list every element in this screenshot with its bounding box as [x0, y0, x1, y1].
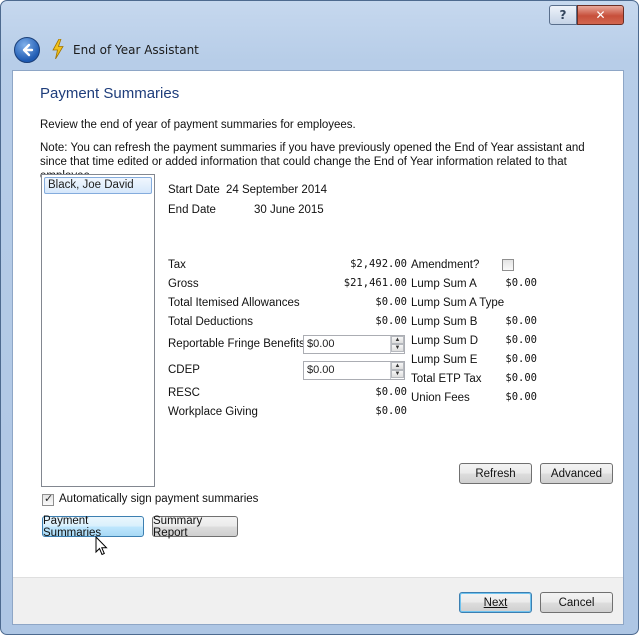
lump-sum-e-label: Lump Sum E [411, 354, 478, 366]
lump-sum-b-value: $0.00 [505, 315, 537, 327]
lump-sum-d-label: Lump Sum D [411, 335, 479, 347]
spin-up-icon[interactable]: ▲ [391, 362, 404, 370]
employee-list-item[interactable]: Black, Joe David [44, 177, 152, 194]
lump-sum-a-label: Lump Sum A [411, 278, 477, 290]
resc-label: RESC [168, 387, 200, 399]
spin-up-icon[interactable]: ▲ [391, 336, 404, 344]
cdep-input[interactable]: $0.00 ▲ ▼ [303, 361, 405, 380]
fringe-benefits-label: Reportable Fringe Benefits [168, 338, 305, 350]
employee-list[interactable]: Black, Joe David [41, 174, 155, 487]
intro-text: Review the end of year of payment summar… [40, 119, 356, 131]
cdep-value: $0.00 [307, 364, 335, 376]
cdep-label: CDEP [168, 364, 200, 376]
union-fees-label: Union Fees [411, 392, 470, 404]
deductions-label: Total Deductions [168, 316, 254, 328]
cancel-button[interactable]: Cancel [540, 592, 613, 613]
window-title: End of Year Assistant [73, 43, 199, 57]
fringe-benefits-value: $0.00 [307, 338, 335, 350]
start-date-value: 24 September 2014 [226, 184, 328, 196]
resc-value: $0.00 [375, 386, 407, 398]
amendment-checkbox[interactable] [502, 259, 514, 271]
auto-sign-label: Automatically sign payment summaries [59, 493, 259, 505]
amendment-label: Amendment? [411, 259, 480, 271]
start-date-label: Start Date [168, 184, 220, 196]
spin-down-icon[interactable]: ▼ [391, 344, 404, 352]
content-panel: Payment Summaries Review the end of year… [12, 70, 624, 625]
advanced-button[interactable]: Advanced [540, 463, 613, 484]
back-button[interactable] [14, 37, 40, 63]
footer-bar: Next Cancel [13, 577, 623, 624]
allowances-label: Total Itemised Allowances [168, 297, 300, 309]
help-button[interactable]: ? [549, 5, 577, 25]
lightning-icon [52, 39, 64, 59]
lump-sum-a-type-label: Lump Sum A Type [411, 297, 505, 309]
end-date-value: 30 June 2015 [254, 204, 324, 216]
close-icon: ✕ [595, 8, 606, 22]
auto-sign-checkbox[interactable] [42, 492, 54, 506]
spin-down-icon[interactable]: ▼ [391, 370, 404, 378]
deductions-value: $0.00 [375, 315, 407, 327]
lump-sum-a-value: $0.00 [505, 277, 537, 289]
fringe-benefits-input[interactable]: $0.00 ▲ ▼ [303, 335, 405, 354]
gross-label: Gross [168, 278, 199, 290]
cdep-spinner: ▲ ▼ [390, 362, 404, 379]
fringe-benefits-spinner: ▲ ▼ [390, 336, 404, 353]
lump-sum-d-value: $0.00 [505, 334, 537, 346]
page-title: Payment Summaries [40, 85, 180, 102]
workplace-giving-value: $0.00 [375, 405, 407, 417]
end-date-label: End Date [168, 204, 216, 216]
tax-label: Tax [168, 259, 186, 271]
lump-sum-e-value: $0.00 [505, 353, 537, 365]
union-fees-value: $0.00 [505, 391, 537, 403]
workplace-giving-label: Workplace Giving [168, 406, 258, 418]
payment-summaries-button[interactable]: Payment Summaries [42, 515, 144, 539]
allowances-value: $0.00 [375, 296, 407, 308]
help-icon: ? [559, 8, 567, 22]
tax-value: $2,492.00 [350, 258, 407, 270]
refresh-button[interactable]: Refresh [459, 463, 532, 484]
close-button[interactable]: ✕ [577, 5, 624, 25]
total-etp-tax-label: Total ETP Tax [411, 373, 482, 385]
total-etp-tax-value: $0.00 [505, 372, 537, 384]
assistant-window: ? ✕ End of Year Assistant Payment Summar… [0, 0, 639, 635]
summary-report-button[interactable]: Summary Report [152, 515, 238, 539]
lump-sum-b-label: Lump Sum B [411, 316, 478, 328]
mouse-cursor-icon [95, 536, 108, 556]
title-bar: ? ✕ End of Year Assistant [1, 1, 638, 69]
back-arrow-icon [22, 43, 34, 57]
gross-value: $21,461.00 [343, 277, 407, 289]
next-button[interactable]: Next [459, 592, 532, 613]
